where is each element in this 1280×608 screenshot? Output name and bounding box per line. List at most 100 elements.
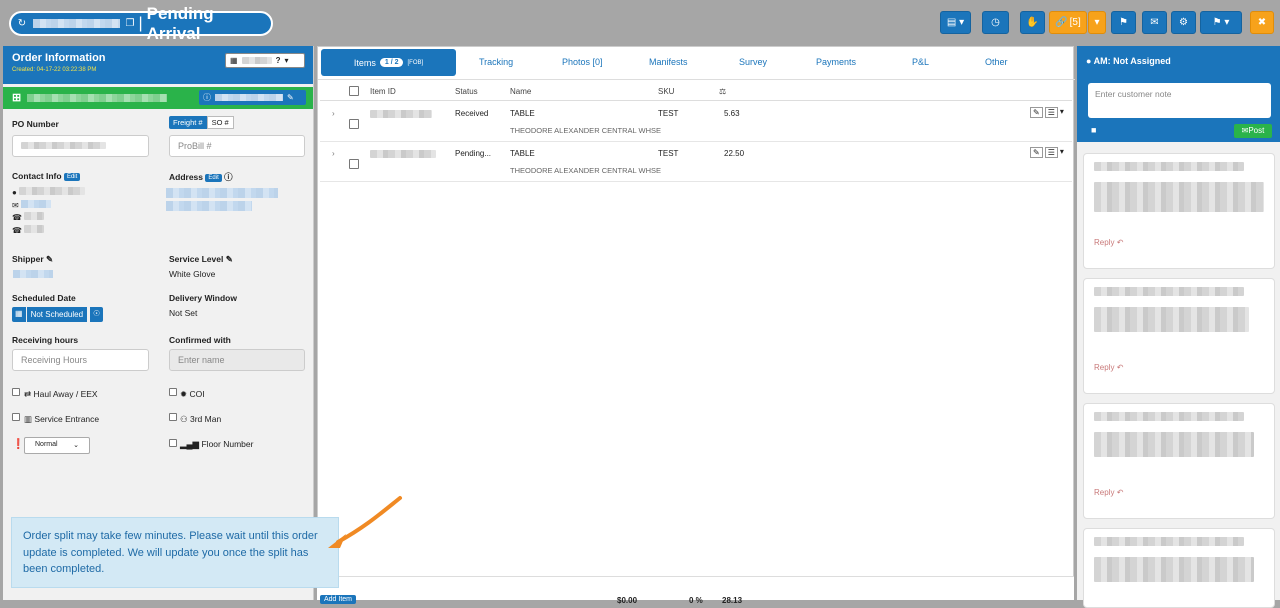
- contact-details: ● ✉ ☎ ☎: [12, 187, 86, 238]
- truck-icon[interactable]: ■: [1091, 125, 1096, 135]
- service-level-text: Service Level: [169, 254, 224, 264]
- note-card: Reply ↶: [1083, 403, 1275, 519]
- caret-down-icon[interactable]: ▾: [1060, 147, 1064, 158]
- contact-edit-button[interactable]: Edit: [63, 172, 81, 181]
- copy-icon[interactable]: ❐: [125, 18, 134, 29]
- user-icon: ●: [12, 188, 17, 197]
- floor-number-checkbox[interactable]: [169, 439, 177, 447]
- coi-text: COI: [189, 389, 205, 399]
- contact-phone-redacted: [24, 212, 45, 220]
- refresh-icon[interactable]: ↻: [15, 17, 29, 31]
- tab-photos[interactable]: Photos [0]: [562, 57, 603, 67]
- phone-icon: ☎: [12, 225, 22, 235]
- customer-select[interactable]: ▦ ? ▾: [225, 53, 305, 68]
- list-icon[interactable]: ☰: [1044, 147, 1058, 158]
- edit-icon[interactable]: ✎: [226, 254, 233, 264]
- tab-other[interactable]: Other: [985, 57, 1008, 67]
- item-weight: 5.63: [724, 109, 740, 118]
- row-checkbox[interactable]: [349, 119, 359, 129]
- select-all-checkbox[interactable]: [349, 86, 359, 96]
- tab-payments[interactable]: Payments: [816, 57, 856, 67]
- coi-label: ✹ COI: [180, 389, 205, 400]
- expand-chevron-icon[interactable]: ›: [332, 149, 335, 158]
- note-author-redacted: [1094, 412, 1244, 421]
- service-level-value: White Glove: [169, 269, 216, 279]
- edit-icon[interactable]: ✎: [46, 254, 53, 264]
- contact-email-redacted: [20, 199, 51, 208]
- receiving-hours-input[interactable]: Receiving Hours: [12, 349, 149, 371]
- envelope-icon: ✉: [12, 200, 19, 210]
- tab-pl[interactable]: P&L: [912, 57, 929, 67]
- link-icon: 🔗: [1055, 17, 1068, 28]
- caret-down-icon[interactable]: ▾: [1060, 107, 1064, 118]
- reply-link[interactable]: Reply ↶: [1094, 488, 1123, 497]
- post-button[interactable]: ✉Post: [1234, 124, 1272, 138]
- note-card: Reply ↶: [1083, 153, 1275, 269]
- plus-icon[interactable]: ⊞: [12, 91, 21, 104]
- tab-items[interactable]: Items 1 / 2 [FOB]: [321, 49, 456, 76]
- split-notification: Order split may take few minutes. Please…: [11, 517, 339, 588]
- close-button[interactable]: ✖: [1250, 11, 1274, 34]
- email-button[interactable]: ✉: [1142, 11, 1167, 34]
- third-man-checkbox[interactable]: [169, 413, 177, 421]
- address-edit-button[interactable]: Edit: [205, 173, 222, 182]
- item-status: Pending...: [455, 149, 492, 158]
- freight-toggle[interactable]: Freight #: [169, 116, 207, 129]
- edit-icon[interactable]: ✎: [1030, 147, 1043, 158]
- table-row[interactable]: › Received TABLE TEST 5.63 THEODORE ALEX…: [320, 103, 1072, 142]
- split-menu-button[interactable]: ⚑ ▾: [1200, 11, 1242, 34]
- service-entrance-label: ▥ Service Entrance: [24, 414, 99, 425]
- po-number-input[interactable]: [12, 135, 149, 157]
- title-separator: |: [138, 14, 143, 32]
- notes-panel: ● AM: Not Assigned Enter customer note ■…: [1077, 46, 1280, 608]
- reply-link[interactable]: Reply ↶: [1094, 238, 1123, 247]
- priority-select[interactable]: Normal ⌄: [24, 437, 90, 454]
- phone-icon: ☎: [12, 213, 22, 222]
- address-text: Address: [169, 172, 204, 182]
- tab-tracking[interactable]: Tracking: [479, 57, 513, 67]
- tab-survey[interactable]: Survey: [739, 57, 767, 67]
- contact-phone2-row: ☎: [12, 224, 85, 238]
- tab-manifests[interactable]: Manifests: [649, 57, 688, 67]
- floor-number-text: Floor Number: [201, 439, 254, 449]
- close-icon: ✖: [1257, 17, 1267, 28]
- not-scheduled-button[interactable]: Not Scheduled: [26, 307, 88, 322]
- reply-text: Reply: [1094, 363, 1115, 372]
- links-button[interactable]: 🔗 [5]: [1049, 11, 1087, 34]
- account-chip[interactable]: ⓘ ✎: [199, 90, 306, 105]
- calendar-icon[interactable]: ▦: [12, 307, 26, 322]
- settings-button[interactable]: ⚙: [1171, 11, 1196, 34]
- item-warehouse: THEODORE ALEXANDER CENTRAL WHSE: [510, 126, 661, 135]
- table-header: Item ID Status Name SKU ⚖: [320, 81, 1072, 101]
- note-card: [1083, 528, 1275, 608]
- contact-phone2-redacted: [24, 224, 45, 233]
- chevron-down-icon: ▾: [284, 56, 289, 65]
- expand-chevron-icon[interactable]: ›: [332, 109, 335, 118]
- confirmed-with-input[interactable]: Enter name: [169, 349, 305, 371]
- row-checkbox[interactable]: [349, 159, 359, 169]
- links-dropdown-button[interactable]: ▾: [1088, 11, 1106, 34]
- history-button[interactable]: ◷: [982, 11, 1009, 34]
- document-menu-button[interactable]: ▤ ▾: [940, 11, 971, 34]
- service-entrance-checkbox[interactable]: [12, 413, 20, 421]
- haul-away-checkbox[interactable]: [12, 388, 20, 396]
- footer-total: $0.00: [617, 596, 638, 605]
- third-man-label: ⚇ 3rd Man: [180, 414, 221, 425]
- coi-checkbox[interactable]: [169, 388, 177, 396]
- footer-weight: 28.13: [722, 596, 743, 605]
- so-toggle[interactable]: SO #: [206, 116, 234, 129]
- receiving-hours-label: Receiving hours: [12, 335, 79, 345]
- item-id-redacted: [370, 150, 436, 158]
- table-row[interactable]: › Pending... TABLE TEST 22.50 THEODORE A…: [320, 143, 1072, 182]
- list-icon[interactable]: ☰: [1044, 107, 1058, 118]
- note-composer: Enter customer note ■ ✉Post: [1077, 76, 1280, 142]
- gear-icon: ⚙: [1179, 17, 1188, 28]
- hold-button[interactable]: ✋: [1020, 11, 1045, 34]
- flag-button[interactable]: ⚑: [1111, 11, 1136, 34]
- probill-input[interactable]: ProBill #: [169, 135, 305, 157]
- key-icon[interactable]: ☉: [90, 307, 104, 322]
- edit-icon[interactable]: ✎: [1030, 107, 1043, 118]
- building-icon: ▥: [24, 414, 33, 424]
- customer-note-input[interactable]: Enter customer note: [1088, 83, 1271, 118]
- reply-link[interactable]: Reply ↶: [1094, 363, 1123, 372]
